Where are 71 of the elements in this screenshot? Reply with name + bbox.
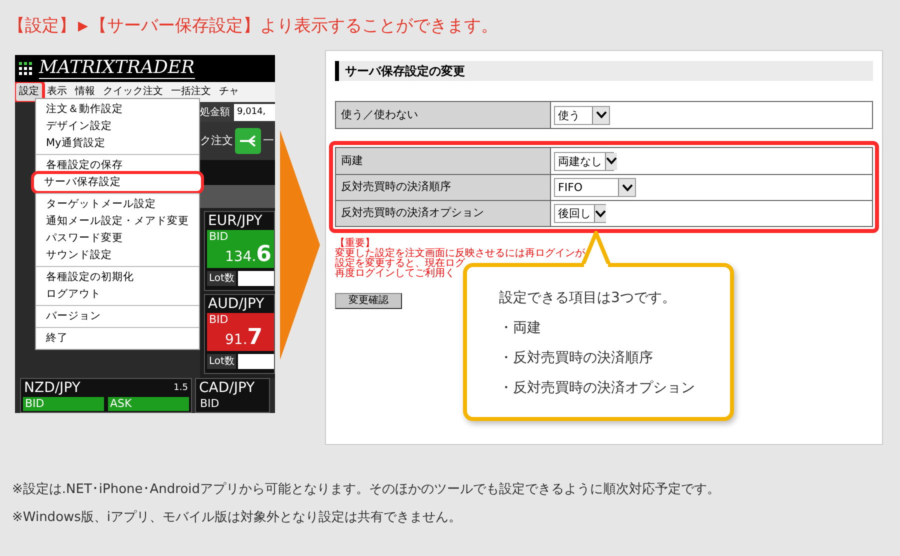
notice-text: 変更した設定を注文画面に反映させるには再ログインが	[335, 249, 586, 259]
menu-entry[interactable]: デザイン設定	[36, 118, 199, 135]
menu-item[interactable]: 設定	[15, 82, 43, 102]
footnote: ※設定は.NET･iPhone･Androidアプリから可能となります。そのほかのツールでも設定できるように順次対応予定です。	[12, 481, 720, 499]
dropdown-field[interactable]: 使う	[554, 106, 610, 124]
side-label: BID	[208, 313, 230, 326]
menu-item[interactable]: 表示	[43, 82, 71, 102]
menu-entry[interactable]: バージョン	[36, 308, 199, 325]
menu-entry[interactable]: ターゲットメール設定	[36, 196, 199, 213]
callout-title: 設定できる項目は3つです。	[499, 289, 677, 308]
notice-text: 【重要】	[335, 239, 375, 249]
menu-entry[interactable]: ログアウト	[36, 286, 199, 303]
bid-panel[interactable]: BID 134.6	[207, 230, 274, 268]
side-label[interactable]: BID	[23, 397, 104, 411]
side-label[interactable]: ASK	[108, 397, 189, 411]
chevron-down-icon	[592, 106, 609, 124]
arrow-right-icon	[280, 130, 320, 360]
pair-label: NZD/JPY	[24, 379, 80, 397]
spread-value: 1.5	[174, 382, 188, 395]
funds-field: 9,014,	[234, 104, 275, 120]
menu-entry[interactable]: サーバ保存設定	[34, 174, 201, 191]
setting-label: 反対売買時の決済オプション	[341, 205, 484, 222]
lot-label: Lot数	[207, 354, 236, 369]
menu-entry[interactable]: My通貨設定	[36, 135, 199, 152]
callout-item: ・反対売買時の決済順序	[499, 349, 654, 368]
dropdown-field[interactable]: 後回し	[554, 204, 606, 223]
heading-text: 【サーバー保存設定】より表示することができます。	[90, 15, 498, 38]
logo-icon	[19, 62, 33, 76]
chevron-down-icon	[618, 179, 635, 196]
callout-item: ・反対売買時の決済オプション	[499, 379, 696, 398]
pair-label: CAD/JPY	[199, 379, 255, 397]
confirm-button[interactable]: 変更確認	[335, 293, 402, 309]
notice-text: 設定を変更すると、現在ログ	[335, 259, 466, 269]
menu-entry[interactable]: 終了	[36, 330, 199, 347]
menu-entry[interactable]: パスワード変更	[36, 230, 199, 247]
menu-item[interactable]: チャ	[215, 82, 243, 102]
funds-label: 処金額	[200, 106, 230, 120]
notice-text: 再度ログインしてご利用く	[335, 269, 456, 279]
menu-entry[interactable]: 各種設定の初期化	[36, 269, 199, 286]
menu-entry[interactable]: 通知メール設定・メアド変更	[36, 213, 199, 230]
order-label: ク注文	[200, 132, 233, 149]
lot-field[interactable]	[238, 271, 274, 286]
pair-label: AUD/JPY	[207, 295, 266, 313]
menu-entry[interactable]: 各種設定の保存	[36, 157, 199, 174]
side-label: BID	[208, 230, 230, 243]
lot-field[interactable]	[238, 354, 274, 369]
app-logo: MATRIXTRADER	[39, 58, 195, 79]
menu-entry[interactable]: 注文＆動作設定	[36, 101, 199, 118]
heading-text: 【設定】	[8, 15, 76, 38]
chevron-down-icon	[605, 152, 617, 170]
pair-label: EUR/JPY	[207, 212, 264, 230]
dropdown-field[interactable]: FIFO	[554, 178, 636, 197]
dropdown-field[interactable]: 両建なし	[554, 152, 614, 170]
price-text: 91.7	[224, 326, 264, 352]
triangle-icon: ▶	[78, 17, 88, 37]
menu-entry[interactable]: サウンド設定	[36, 247, 199, 264]
bulk-label: 一	[263, 132, 274, 149]
chevron-down-icon	[594, 205, 606, 222]
menu-item[interactable]: 情報	[71, 82, 99, 102]
menu-item[interactable]: 一括注文	[167, 82, 215, 102]
menu-item[interactable]: クイック注文	[99, 82, 167, 102]
lot-label: Lot数	[207, 271, 236, 286]
bid-panel[interactable]: BID 91.7	[207, 313, 274, 351]
setting-label: 使う／使わない	[341, 106, 418, 123]
branch-icon[interactable]	[235, 128, 261, 154]
price-text: 134.6	[224, 243, 272, 269]
callout-item: ・両建	[499, 319, 542, 338]
setting-label: 両建	[341, 152, 363, 169]
panel-title: サーバ保存設定の変更	[344, 63, 465, 80]
setting-label: 反対売買時の決済順序	[341, 179, 451, 196]
footnote: ※Windows版、iアプリ、モバイル版は対象外となり設定は共有できません。	[12, 509, 463, 527]
